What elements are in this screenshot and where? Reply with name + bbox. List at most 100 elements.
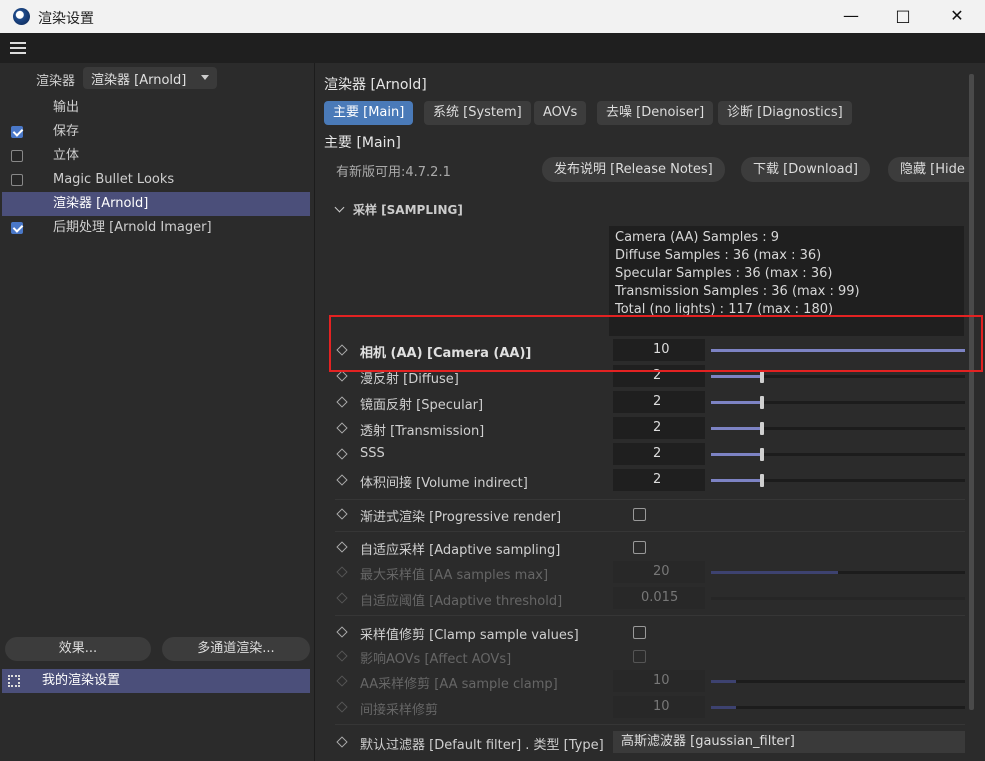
keyframe-diamond-icon[interactable] (336, 370, 348, 382)
info-line: Diffuse Samples : 36 (max : 36) (615, 248, 822, 263)
tree-item-save[interactable]: 保存 (2, 120, 310, 144)
arnold-imager-checkbox[interactable] (11, 222, 23, 234)
adaptive-threshold-input: 0.015 (613, 587, 705, 609)
diffuse-slider[interactable] (711, 370, 965, 383)
tree-item-label: 渲染器 [Arnold] (53, 196, 149, 211)
keyframe-diamond-icon[interactable] (336, 626, 348, 638)
stereo-checkbox[interactable] (11, 150, 23, 162)
effects-button[interactable]: 效果... (5, 637, 151, 661)
sss-input[interactable]: 2 (613, 443, 705, 465)
renderer-dropdown[interactable]: 渲染器 [Arnold] (83, 67, 217, 89)
tree-item-label: Magic Bullet Looks (53, 172, 175, 187)
chevron-down-icon (201, 75, 209, 80)
divider (335, 531, 965, 532)
window-title: 渲染设置 (38, 11, 94, 27)
row-default-filter: 默认过滤器 [Default filter] . 类型 [Type] 高斯滤波器… (335, 730, 965, 756)
transmission-input[interactable]: 2 (613, 417, 705, 439)
row-adaptive-threshold: 自适应阈值 [Adaptive threshold] 0.015 (335, 586, 965, 612)
info-line: Transmission Samples : 36 (max : 99) (615, 284, 860, 299)
tab-diagnostics[interactable]: 诊断 [Diagnostics] (718, 101, 852, 125)
tree-item-output[interactable]: 输出 (2, 96, 310, 120)
transmission-slider[interactable] (711, 422, 965, 435)
keyframe-diamond-icon (336, 566, 348, 578)
cinema4d-app-icon (13, 8, 30, 25)
tab-system[interactable]: 系统 [System] (424, 101, 531, 125)
filter-type-dropdown[interactable]: 高斯滤波器 [gaussian_filter] (613, 731, 965, 753)
info-line: Camera (AA) Samples : 9 (615, 230, 780, 245)
adaptive-threshold-slider (711, 597, 965, 600)
row-transmission: 透射 [Transmission] 2 (335, 416, 965, 442)
chevron-down-icon (334, 202, 345, 213)
annotation-highlight-box (329, 315, 983, 372)
keyframe-diamond-icon[interactable] (336, 422, 348, 434)
sss-slider[interactable] (711, 448, 965, 461)
indirect-sample-clamp-slider (711, 706, 965, 709)
indirect-sample-clamp-input: 10 (613, 696, 705, 718)
aa-samples-max-slider (711, 571, 965, 574)
clamp-sample-values-checkbox[interactable] (633, 626, 646, 639)
hide-button[interactable]: 隐藏 [Hide (888, 157, 972, 182)
default-filter-label: 默认过滤器 [Default filter] . 类型 [Type] (360, 738, 604, 753)
tree-item-label: 后期处理 [Arnold Imager] (53, 220, 212, 235)
keyframe-diamond-icon (336, 675, 348, 687)
tree-item-stereo[interactable]: 立体 (2, 144, 310, 168)
my-render-settings[interactable]: 我的渲染设置 (2, 669, 310, 693)
aa-sample-clamp-input: 10 (613, 670, 705, 692)
specular-slider[interactable] (711, 396, 965, 409)
row-specular: 镜面反射 [Specular] 2 (335, 390, 965, 416)
progressive-render-label: 渐进式渲染 [Progressive render] (360, 510, 562, 525)
transmission-label: 透射 [Transmission] (360, 424, 485, 439)
maximize-icon[interactable]: □ (890, 4, 916, 28)
row-aa-sample-clamp: AA采样修剪 [AA sample clamp] 10 (335, 669, 965, 695)
row-sss: SSS 2 (335, 442, 965, 468)
tab-main[interactable]: 主要 [Main] (324, 101, 414, 125)
indirect-sample-clamp-label: 间接采样修剪 (360, 703, 439, 718)
renderer-dropdown-value: 渲染器 [Arnold] (91, 73, 187, 88)
close-icon[interactable]: ✕ (944, 4, 970, 28)
volume-indirect-input[interactable]: 2 (613, 469, 705, 491)
tree-item-magic-bullet[interactable]: Magic Bullet Looks (2, 168, 310, 192)
title-bar: 渲染设置 — □ ✕ (0, 0, 985, 33)
row-volume-indirect: 体积间接 [Volume indirect] 2 (335, 468, 965, 494)
volume-indirect-label: 体积间接 [Volume indirect] (360, 476, 528, 491)
renderer-title: 渲染器 [Arnold] (324, 77, 427, 93)
menu-icon[interactable] (10, 42, 26, 54)
tab-denoiser[interactable]: 去噪 [Denoiser] (597, 101, 714, 125)
render-settings-icon (8, 675, 20, 687)
specular-input[interactable]: 2 (613, 391, 705, 413)
tree-item-label: 输出 (53, 100, 80, 115)
keyframe-diamond-icon[interactable] (336, 541, 348, 553)
volume-indirect-slider[interactable] (711, 474, 965, 487)
divider (335, 724, 965, 725)
adaptive-sampling-checkbox[interactable] (633, 541, 646, 554)
sampling-group-header[interactable]: 采样 [SAMPLING] (334, 201, 463, 218)
row-aa-samples-max: 最大采样值 [AA samples max] 20 (335, 560, 965, 586)
row-adaptive-sampling: 自适应采样 [Adaptive sampling] (335, 535, 965, 561)
release-notes-button[interactable]: 发布说明 [Release Notes] (542, 157, 725, 182)
menu-bar (0, 33, 985, 63)
magic-bullet-checkbox[interactable] (11, 174, 23, 186)
divider (335, 615, 965, 616)
keyframe-diamond-icon (336, 592, 348, 604)
tab-aovs[interactable]: AOVs (534, 101, 587, 125)
tree-item-renderer-arnold[interactable]: 渲染器 [Arnold] (2, 192, 310, 216)
keyframe-diamond-icon[interactable] (336, 396, 348, 408)
minimize-icon[interactable]: — (838, 4, 864, 28)
keyframe-diamond-icon[interactable] (336, 448, 348, 460)
progressive-render-checkbox[interactable] (633, 508, 646, 521)
clamp-sample-values-label: 采样值修剪 [Clamp sample values] (360, 628, 579, 643)
right-panel: 渲染器 [Arnold] 主要 [Main] 系统 [System] AOVs … (314, 63, 985, 761)
aa-sample-clamp-slider (711, 680, 965, 683)
save-checkbox[interactable] (11, 126, 23, 138)
section-title: 主要 [Main] (324, 135, 401, 151)
divider (335, 499, 965, 500)
download-button[interactable]: 下载 [Download] (741, 157, 870, 182)
keyframe-diamond-icon[interactable] (336, 736, 348, 748)
multipass-button[interactable]: 多通道渲染... (162, 637, 310, 661)
version-notice: 有新版可用:4.7.2.1 (336, 165, 451, 180)
tree-item-arnold-imager[interactable]: 后期处理 [Arnold Imager] (2, 216, 310, 240)
keyframe-diamond-icon[interactable] (336, 474, 348, 486)
left-panel: 渲染器 渲染器 [Arnold] 输出 保存 立体 Magic Bullet L… (0, 63, 314, 761)
vertical-scrollbar[interactable] (969, 74, 974, 710)
keyframe-diamond-icon[interactable] (336, 508, 348, 520)
